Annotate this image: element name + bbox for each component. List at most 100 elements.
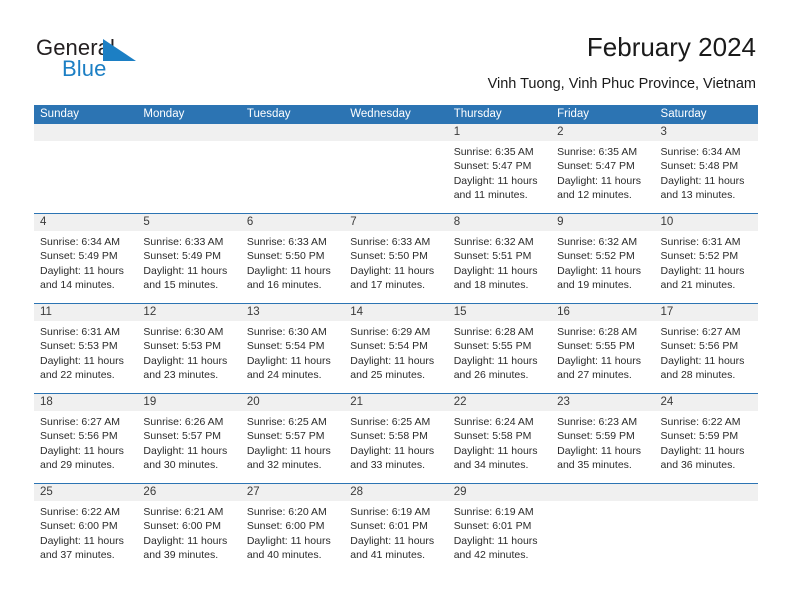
day-cell[interactable]: Sunrise: 6:33 AM Sunset: 5:50 PM Daylight:… [344, 231, 447, 303]
day-number[interactable]: 24 [655, 394, 758, 411]
day-cell[interactable]: Sunrise: 6:34 AM Sunset: 5:49 PM Daylight:… [34, 231, 137, 303]
brand-logo[interactable]: General Blue [36, 36, 266, 88]
day-sunset-text: Sunset: 5:54 PM [350, 340, 428, 353]
day-cell[interactable]: Sunrise: 6:25 AM Sunset: 5:58 PM Daylight:… [344, 411, 447, 483]
day-daylight-1-text: Daylight: 11 hours [40, 354, 124, 367]
day-sunrise-text: Sunrise: 6:32 AM [557, 236, 638, 248]
day-cell[interactable]: Sunrise: 6:22 AM Sunset: 5:59 PM Daylight:… [655, 411, 758, 483]
day-cell[interactable]: Sunrise: 6:29 AM Sunset: 5:54 PM Daylight:… [344, 321, 447, 393]
day-cell[interactable]: Sunrise: 6:30 AM Sunset: 5:54 PM Daylight:… [241, 321, 344, 393]
weekday-thursday: Thursday [453, 108, 502, 120]
day-cell[interactable]: Sunrise: 6:33 AM Sunset: 5:50 PM Daylight:… [241, 231, 344, 303]
day-cell[interactable]: Sunrise: 6:24 AM Sunset: 5:58 PM Daylight:… [448, 411, 551, 483]
weekday-monday: Monday [143, 108, 185, 120]
day-cell-empty [241, 141, 344, 213]
day-number[interactable]: 11 [34, 304, 137, 321]
day-sunset-text: Sunset: 5:50 PM [246, 250, 325, 263]
day-cell[interactable]: Sunrise: 6:20 AM Sunset: 6:00 PM Daylight:… [241, 501, 344, 573]
day-daylight-2-text: and 15 minutes. [143, 279, 219, 292]
day-daylight-1-text: Daylight: 11 hours [143, 264, 228, 277]
day-cell[interactable]: Sunrise: 6:30 AM Sunset: 5:53 PM Daylight:… [137, 321, 240, 393]
day-cell[interactable]: Sunrise: 6:23 AM Sunset: 5:59 PM Daylight:… [551, 411, 654, 483]
day-daylight-2-text: and 21 minutes. [660, 279, 736, 292]
day-daylight-2-text: and 11 minutes. [453, 189, 528, 202]
page-subtitle: Vinh Tuong, Vinh Phuc Province, Vietnam [487, 76, 756, 92]
day-number[interactable]: 3 [655, 124, 758, 141]
day-number[interactable]: 23 [551, 394, 654, 411]
day-sunrise-text: Sunrise: 6:22 AM [40, 506, 120, 518]
day-cell[interactable]: Sunrise: 6:33 AM Sunset: 5:49 PM Daylight:… [137, 231, 240, 303]
day-number[interactable]: 27 [241, 484, 344, 501]
day-sunset-text: Sunset: 5:52 PM [660, 250, 739, 263]
day-number[interactable]: 25 [34, 484, 137, 501]
day-daylight-2-text: and 24 minutes. [246, 369, 322, 382]
day-cell[interactable]: Sunrise: 6:32 AM Sunset: 5:52 PM Daylight:… [551, 231, 654, 303]
day-number[interactable]: 29 [448, 484, 551, 501]
day-number[interactable]: 7 [344, 214, 447, 231]
day-sunset-text: Sunset: 5:55 PM [453, 340, 532, 353]
day-sunrise-text: Sunrise: 6:20 AM [246, 506, 327, 518]
weekday-header-row: Sunday Monday Tuesday Wednesday Thursday… [34, 105, 758, 124]
day-number[interactable]: 9 [551, 214, 654, 231]
day-daylight-1-text: Daylight: 11 hours [453, 354, 538, 367]
day-cell[interactable]: Sunrise: 6:28 AM Sunset: 5:55 PM Daylight:… [551, 321, 654, 393]
day-number[interactable]: 22 [448, 394, 551, 411]
day-sunset-text: Sunset: 5:59 PM [660, 430, 739, 443]
day-number[interactable]: 1 [448, 124, 551, 141]
day-cell[interactable]: Sunrise: 6:19 AM Sunset: 6:01 PM Daylight:… [448, 501, 551, 573]
day-cell[interactable]: Sunrise: 6:31 AM Sunset: 5:52 PM Daylight:… [655, 231, 758, 303]
day-cell[interactable]: Sunrise: 6:25 AM Sunset: 5:57 PM Daylight:… [241, 411, 344, 483]
day-number[interactable]: 18 [34, 394, 137, 411]
day-sunset-text: Sunset: 6:00 PM [40, 520, 118, 533]
day-cell[interactable]: Sunrise: 6:21 AM Sunset: 6:00 PM Daylight:… [137, 501, 240, 573]
day-number[interactable]: 10 [655, 214, 758, 231]
day-sunrise-text: Sunrise: 6:23 AM [557, 416, 638, 428]
day-cell[interactable]: Sunrise: 6:26 AM Sunset: 5:57 PM Daylight:… [137, 411, 240, 483]
day-cell[interactable]: Sunrise: 6:32 AM Sunset: 5:51 PM Daylight:… [448, 231, 551, 303]
day-number[interactable]: 26 [137, 484, 240, 501]
day-number[interactable]: 5 [137, 214, 240, 231]
day-number[interactable]: 20 [241, 394, 344, 411]
day-cell[interactable]: Sunrise: 6:35 AM Sunset: 5:47 PM Daylight:… [551, 141, 654, 213]
day-sunset-text: Sunset: 5:54 PM [246, 340, 325, 353]
day-sunset-text: Sunset: 5:51 PM [453, 250, 532, 263]
day-daylight-1-text: Daylight: 11 hours [557, 264, 641, 277]
day-cell[interactable]: Sunrise: 6:31 AM Sunset: 5:53 PM Daylight:… [34, 321, 137, 393]
day-number[interactable]: 12 [137, 304, 240, 321]
day-cell[interactable]: Sunrise: 6:27 AM Sunset: 5:56 PM Daylight:… [655, 321, 758, 393]
day-daylight-2-text: and 22 minutes. [40, 369, 115, 382]
day-number[interactable]: 8 [448, 214, 551, 231]
day-cell[interactable]: Sunrise: 6:19 AM Sunset: 6:01 PM Daylight:… [344, 501, 447, 573]
day-number[interactable]: 2 [551, 124, 654, 141]
day-number[interactable]: 14 [344, 304, 447, 321]
calendar-weeks: 1 2 3 Sunrise: 6:35 AM Sunset: 5:47 PM Daylig… [34, 124, 758, 573]
day-number[interactable]: 13 [241, 304, 344, 321]
day-cell[interactable]: Sunrise: 6:27 AM Sunset: 5:56 PM Daylight:… [34, 411, 137, 483]
day-sunrise-text: Sunrise: 6:33 AM [143, 236, 224, 248]
day-cell[interactable]: Sunrise: 6:35 AM Sunset: 5:47 PM Daylight:… [448, 141, 551, 213]
day-daylight-1-text: Daylight: 11 hours [40, 444, 124, 457]
day-cell[interactable]: Sunrise: 6:34 AM Sunset: 5:48 PM Daylight:… [655, 141, 758, 213]
day-number[interactable]: 15 [448, 304, 551, 321]
day-sunset-text: Sunset: 6:00 PM [143, 520, 222, 533]
day-sunset-text: Sunset: 5:52 PM [557, 250, 635, 263]
day-daylight-1-text: Daylight: 11 hours [557, 444, 641, 457]
day-number[interactable]: 19 [137, 394, 240, 411]
day-cell[interactable]: Sunrise: 6:28 AM Sunset: 5:55 PM Daylight:… [448, 321, 551, 393]
calendar-page: General Blue February 2024 Vinh Tuong, V… [0, 0, 792, 612]
day-number[interactable]: 28 [344, 484, 447, 501]
day-daylight-2-text: and 28 minutes. [660, 369, 736, 382]
day-daylight-2-text: and 13 minutes. [660, 189, 736, 202]
day-number[interactable]: 16 [551, 304, 654, 321]
day-sunrise-text: Sunrise: 6:34 AM [660, 146, 741, 158]
day-daylight-2-text: and 26 minutes. [453, 369, 529, 382]
day-number[interactable]: 17 [655, 304, 758, 321]
day-sunset-text: Sunset: 5:48 PM [660, 160, 739, 173]
day-sunrise-text: Sunrise: 6:21 AM [143, 506, 224, 518]
day-sunset-text: Sunset: 5:57 PM [143, 430, 222, 443]
day-number[interactable]: 21 [344, 394, 447, 411]
day-number[interactable]: 4 [34, 214, 137, 231]
weekday-tuesday: Tuesday [246, 108, 291, 120]
day-cell[interactable]: Sunrise: 6:22 AM Sunset: 6:00 PM Daylight:… [34, 501, 137, 573]
day-number[interactable]: 6 [241, 214, 344, 231]
